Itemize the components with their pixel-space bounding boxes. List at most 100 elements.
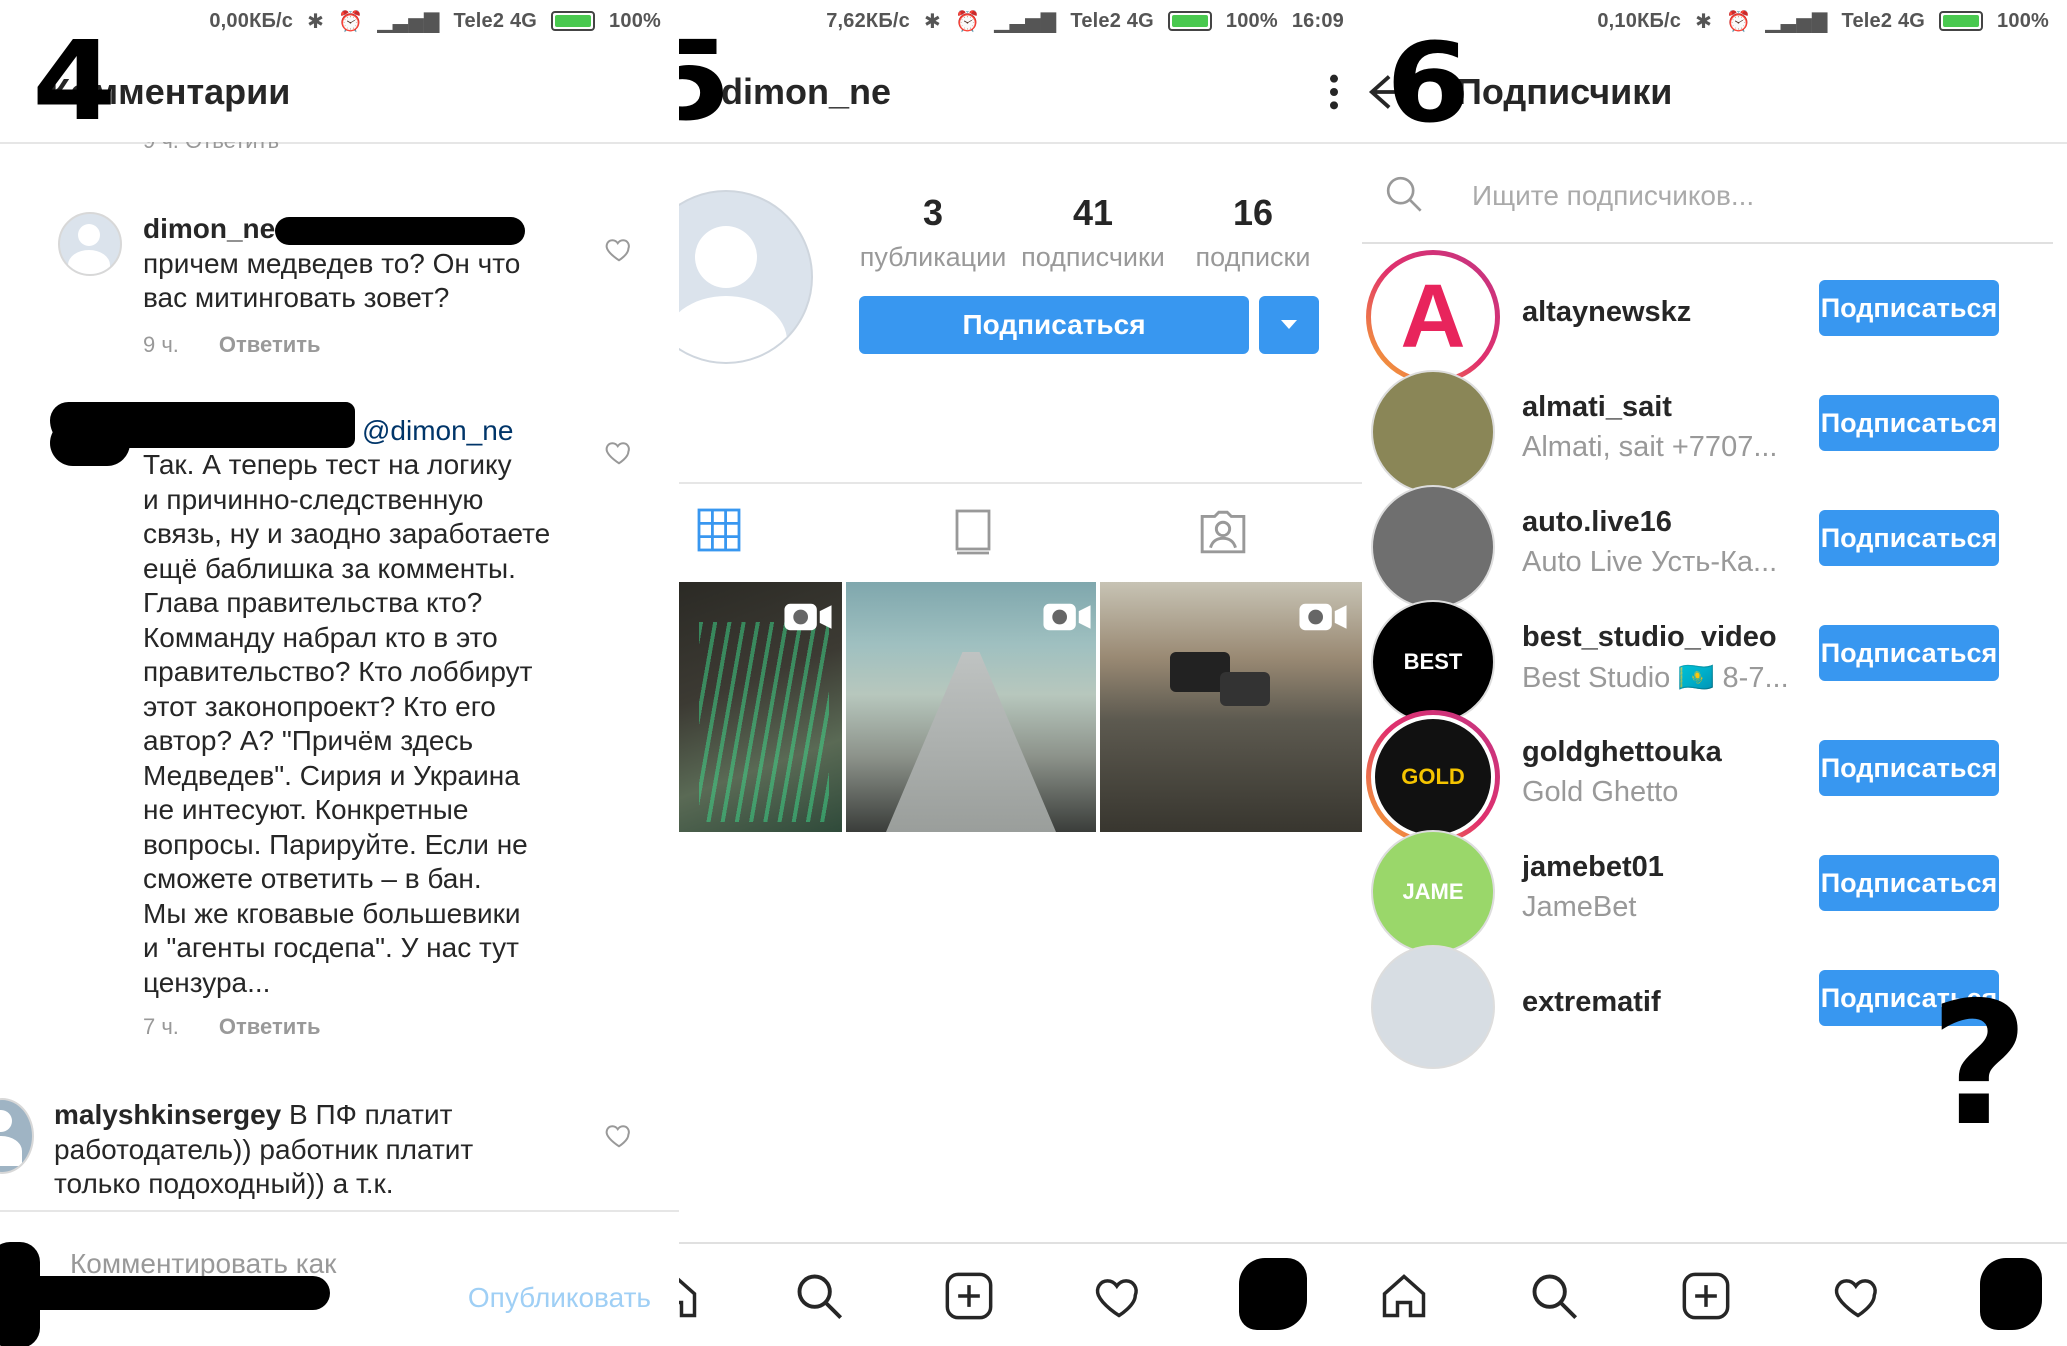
grid-view-icon[interactable] bbox=[695, 506, 743, 554]
redaction-mark bbox=[275, 217, 525, 245]
follower-avatar-ring[interactable]: JAME bbox=[1366, 825, 1500, 959]
profile-tab-avatar[interactable] bbox=[1239, 1258, 1307, 1330]
search-bar[interactable]: Ищите подписчиков... bbox=[1362, 142, 2067, 244]
home-icon[interactable] bbox=[1378, 1270, 1430, 1322]
follower-avatar: GOLD bbox=[1371, 715, 1495, 839]
follower-avatar: JAME bbox=[1371, 830, 1495, 954]
follower-fullname: Almati, sait +7707... bbox=[1522, 431, 1778, 463]
activity-heart-icon[interactable] bbox=[1832, 1270, 1884, 1322]
profile-avatar[interactable] bbox=[679, 190, 813, 364]
follower-avatar-ring[interactable] bbox=[1366, 365, 1500, 499]
search-input[interactable]: Ищите подписчиков... bbox=[1472, 180, 1754, 212]
search-icon[interactable] bbox=[1528, 1270, 1580, 1322]
page-title: Подписчики bbox=[1456, 71, 1673, 112]
redaction-mark bbox=[0, 1242, 40, 1346]
follower-username[interactable]: goldghettouka bbox=[1522, 736, 1722, 769]
stat-number: 16 bbox=[1232, 192, 1274, 233]
step-number: 5 bbox=[679, 26, 731, 136]
divider bbox=[1362, 242, 2053, 244]
follower-avatar-ring[interactable] bbox=[1366, 940, 1500, 1074]
follower-avatar bbox=[1371, 370, 1495, 494]
clock: 16:09 bbox=[1291, 9, 1344, 32]
follower-username[interactable]: altaynewskz bbox=[1522, 296, 1691, 329]
comment-meta: 7 ч. Ответить bbox=[143, 1014, 321, 1040]
battery-level: 100% bbox=[609, 9, 661, 32]
follower-username[interactable]: extrematif bbox=[1522, 986, 1661, 1019]
add-post-icon[interactable] bbox=[1680, 1270, 1732, 1322]
follow-button[interactable]: Подписаться bbox=[1819, 625, 1999, 681]
follower-avatar-ring[interactable]: BEST bbox=[1366, 595, 1500, 729]
follow-button[interactable]: Подписаться bbox=[1819, 280, 1999, 336]
follower-username[interactable]: jamebet01 bbox=[1522, 851, 1664, 884]
bluetooth-icon: ✱ bbox=[307, 10, 325, 33]
follower-username[interactable]: auto.live16 bbox=[1522, 506, 1672, 539]
comment-mention[interactable]: @dimon_ne bbox=[362, 414, 513, 449]
battery-icon bbox=[1939, 10, 1984, 33]
follow-button[interactable]: Подписаться bbox=[859, 296, 1249, 354]
signal-icon: ▁▃▅▇ bbox=[994, 10, 1057, 33]
battery-icon bbox=[551, 10, 596, 33]
follower-username[interactable]: best_studio_video bbox=[1522, 621, 1777, 654]
comment-time: 9 ч. bbox=[143, 332, 179, 357]
tagged-photos-icon[interactable] bbox=[1197, 506, 1249, 556]
search-icon[interactable] bbox=[793, 1270, 845, 1322]
feed-view-icon[interactable] bbox=[949, 506, 997, 556]
profile-tab-avatar[interactable] bbox=[1980, 1258, 2042, 1330]
post-thumbnail[interactable] bbox=[679, 582, 842, 832]
suggestions-dropdown[interactable] bbox=[1259, 296, 1319, 354]
follow-button[interactable]: Подписаться bbox=[1819, 740, 1999, 796]
follower-fullname: JameBet bbox=[1522, 891, 1637, 923]
video-icon bbox=[1043, 603, 1091, 631]
reply-button[interactable]: Ответить bbox=[219, 1014, 321, 1039]
avatar[interactable] bbox=[0, 1098, 34, 1174]
comment-time: 7 ч. bbox=[143, 1014, 179, 1039]
video-icon bbox=[784, 603, 832, 631]
like-heart-icon[interactable] bbox=[604, 234, 634, 264]
stat-label: подписки bbox=[1195, 242, 1311, 272]
net-speed: 7,62КБ/с bbox=[826, 9, 910, 32]
follower-avatar: A bbox=[1371, 255, 1495, 379]
more-options-icon[interactable] bbox=[1326, 72, 1342, 112]
profile-username: dimon_ne bbox=[721, 71, 892, 112]
post-thumbnail[interactable] bbox=[846, 582, 1096, 832]
followers-screen: 0,10КБ/с ✱ ⏰ ▁▃▅▇ Tele2 4G 100% Подписчи… bbox=[1362, 0, 2067, 1346]
stat-followers[interactable]: 41 подписчики bbox=[1013, 192, 1173, 273]
stat-posts[interactable]: 3 публикации bbox=[853, 192, 1013, 273]
bluetooth-icon: ✱ bbox=[923, 10, 941, 33]
step-number: 4 bbox=[32, 17, 117, 145]
like-heart-icon[interactable] bbox=[604, 1120, 634, 1150]
carrier-label: Tele2 4G bbox=[453, 9, 538, 32]
question-mark: ? bbox=[1930, 966, 2029, 1164]
activity-heart-icon[interactable] bbox=[1093, 1270, 1145, 1322]
battery-level: 100% bbox=[1997, 9, 2049, 32]
publish-button[interactable]: Опубликовать bbox=[468, 1282, 651, 1314]
follow-button[interactable]: Подписаться bbox=[1819, 510, 1999, 566]
follower-avatar-ring[interactable] bbox=[1366, 480, 1500, 614]
follower-username[interactable]: almati_sait bbox=[1522, 391, 1672, 424]
follow-button[interactable]: Подписаться bbox=[1819, 855, 1999, 911]
battery-level: 100% bbox=[1225, 9, 1278, 32]
follower-avatar-ring[interactable]: A bbox=[1366, 250, 1500, 384]
comment-composer: Комментировать как Опубликовать bbox=[0, 1210, 679, 1346]
home-icon[interactable] bbox=[679, 1270, 701, 1322]
profile-header: dimon_ne bbox=[679, 42, 1362, 144]
like-heart-icon[interactable] bbox=[604, 437, 634, 467]
reply-button[interactable]: Ответить bbox=[219, 332, 321, 357]
stat-number: 3 bbox=[922, 192, 944, 233]
signal-icon: ▁▃▅▇ bbox=[377, 10, 440, 33]
mention-link[interactable]: @dimon_ne bbox=[362, 415, 513, 446]
stat-following[interactable]: 16 подписки bbox=[1173, 192, 1333, 273]
follower-avatar bbox=[1371, 485, 1495, 609]
follow-button[interactable]: Подписаться bbox=[1819, 395, 1999, 451]
divider bbox=[679, 482, 1362, 484]
avatar[interactable] bbox=[58, 212, 122, 276]
stat-number: 41 bbox=[1072, 192, 1114, 233]
post-thumbnail[interactable] bbox=[1100, 582, 1362, 832]
comment-username[interactable]: malyshkinsergey bbox=[54, 1099, 281, 1130]
stat-label: публикации bbox=[859, 242, 1007, 272]
follower-avatar-ring[interactable]: GOLD bbox=[1366, 710, 1500, 844]
alarm-icon: ⏰ bbox=[954, 10, 981, 33]
add-post-icon[interactable] bbox=[943, 1270, 995, 1322]
comment-username[interactable]: dimon_ne bbox=[143, 213, 275, 244]
redaction-mark bbox=[0, 1276, 330, 1310]
